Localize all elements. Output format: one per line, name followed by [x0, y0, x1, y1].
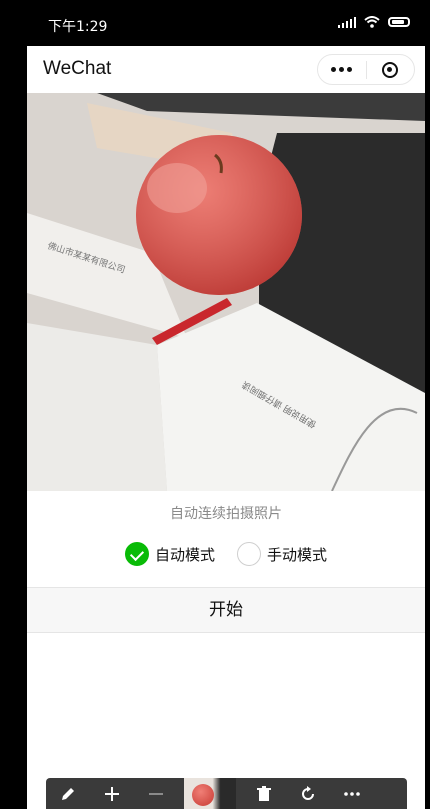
hint-text: 自动连续拍摄照片	[170, 506, 282, 522]
manual-mode-label: 手动模式	[267, 545, 328, 564]
auto-mode-label: 自动模式	[154, 545, 215, 564]
photo-thumbnail[interactable]	[184, 778, 236, 809]
close-target-icon[interactable]	[367, 61, 415, 78]
nav-bar: WeChat	[27, 46, 425, 93]
trash-icon[interactable]	[242, 778, 286, 809]
camera-preview[interactable]: 佛山市某某有限公司 使用说明 请仔细阅读	[27, 93, 425, 491]
more-icon[interactable]	[330, 778, 374, 809]
capsule-menu	[317, 54, 415, 85]
manual-mode-radio[interactable]	[237, 542, 261, 566]
plus-icon[interactable]	[90, 778, 134, 809]
rotate-icon[interactable]	[286, 778, 330, 809]
wifi-icon	[364, 16, 380, 28]
more-icon[interactable]	[318, 67, 366, 72]
page-title: WeChat	[43, 58, 112, 79]
camera-scene: 佛山市某某有限公司 使用说明 请仔细阅读	[27, 93, 425, 491]
battery-icon	[388, 17, 410, 27]
floating-toolbar	[46, 778, 407, 809]
minus-icon[interactable]	[134, 778, 178, 809]
auto-mode-radio[interactable]	[124, 542, 149, 566]
start-button[interactable]: 开始	[27, 587, 425, 633]
auto-mode-option[interactable]: 自动模式	[124, 542, 215, 566]
manual-mode-option[interactable]: 手动模式	[237, 542, 327, 566]
status-icons	[338, 16, 410, 28]
edit-icon[interactable]	[46, 778, 90, 809]
signal-icon	[338, 16, 356, 28]
mode-selector: 自动模式 手动模式	[27, 542, 425, 566]
status-time: 下午1:29	[48, 19, 108, 35]
mini-program-page: WeChat 佛山市某某有限公司 使用说明 请仔细阅读 自动连续拍摄照片 自动模…	[27, 46, 425, 809]
status-bar: 下午1:29	[0, 0, 430, 46]
